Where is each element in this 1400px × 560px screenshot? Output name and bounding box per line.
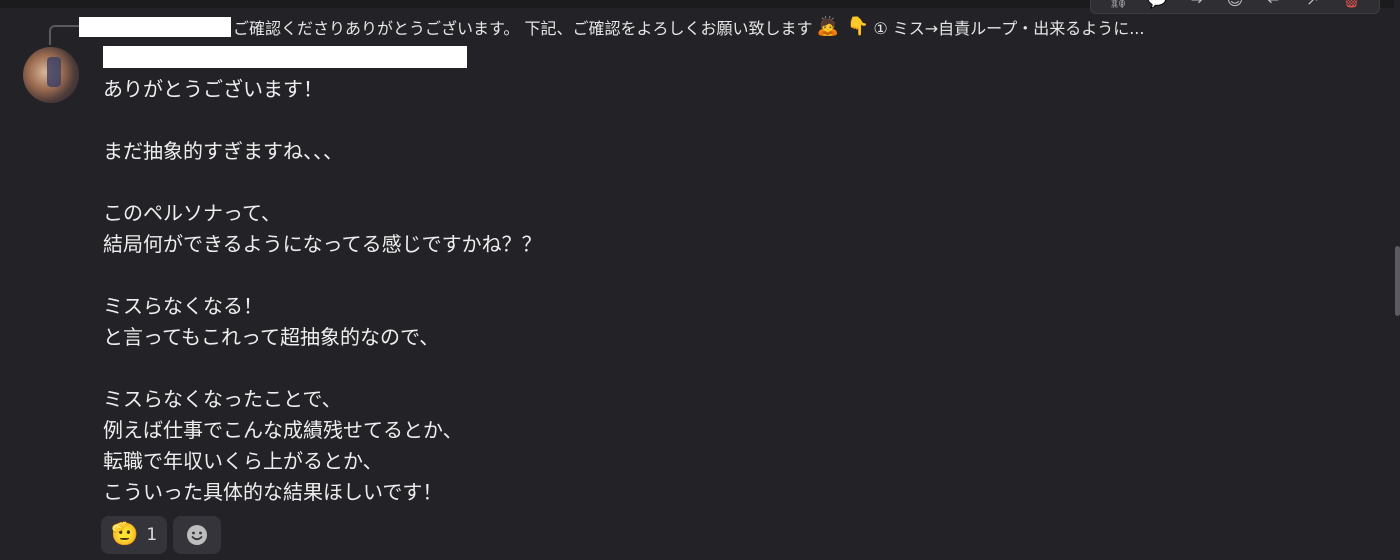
message-line: 例えば仕事でこんな成績残せてるとか、	[103, 418, 463, 442]
bowing-person-emoji-icon: 🙇	[816, 16, 839, 37]
message-line: まだ抽象的すぎますね、、、	[103, 139, 343, 163]
message-line: 結局何ができるようになってる感じですかね？？	[103, 232, 542, 256]
message-line: ミスらなくなったことで、	[103, 387, 342, 411]
message-header	[103, 46, 467, 68]
avatar[interactable]	[23, 47, 79, 103]
add-reaction-button[interactable]	[173, 516, 222, 554]
reply-preview[interactable]: ご確認くださりありがとうございます。 下記、ご確認をよろしくお願い致します 🙇 …	[79, 14, 1369, 40]
reply-preview-text: ご確認くださりありがとうございます。 下記、ご確認をよろしくお願い致します	[233, 19, 813, 38]
emoji-icon[interactable]: ☺	[1224, 0, 1246, 11]
redacted-reply-author	[79, 17, 231, 37]
message-line	[103, 353, 1003, 384]
pointing-down-emoji-icon: 👇	[846, 16, 870, 37]
message-line	[103, 260, 1003, 291]
chat-view: ご確認くださりありがとうございます。 下記、ご確認をよろしくお願い致します 🙇 …	[0, 0, 1400, 560]
reaction-count: 1	[146, 525, 158, 545]
message-line: と言ってもこれって超抽象的なので、	[103, 325, 440, 349]
reply-icon[interactable]: ↩	[1263, 0, 1285, 11]
link-icon[interactable]: ⛓	[1107, 0, 1129, 11]
scrollbar-thumb[interactable]	[1395, 246, 1400, 316]
message-line: ありがとうございます！	[103, 77, 323, 101]
thread-icon[interactable]: 💬	[1146, 0, 1168, 11]
message-line	[103, 167, 1003, 198]
reactions-bar: 🫡 1	[101, 516, 222, 554]
reply-connector-line	[49, 25, 79, 45]
smiley-icon	[187, 525, 208, 545]
message-line: このペルソナって、	[103, 201, 281, 225]
share-icon[interactable]: ↗	[1302, 0, 1324, 11]
message-line	[103, 105, 1003, 136]
reaction-chip[interactable]: 🫡 1	[101, 516, 168, 554]
message-line: ミスらなくなる！	[103, 294, 263, 318]
reply-preview-tail: ① ミス→自責ループ・出来るように...	[873, 19, 1145, 38]
redacted-author-name	[103, 46, 467, 68]
delete-icon[interactable]: 🗑	[1340, 0, 1362, 11]
message-action-toolbar: ⛓ 💬 ↪ ☺ ↩ ↗ 🗑	[1090, 0, 1380, 14]
forward-icon[interactable]: ↪	[1185, 0, 1207, 11]
saluting-face-emoji-icon: 🫡	[111, 522, 139, 547]
message-body: ありがとうございます！ まだ抽象的すぎますね、、、 このペルソナって、 結局何が…	[103, 74, 1003, 508]
message-line: こういった具体的な結果ほしいです！	[103, 480, 443, 504]
message-line: 転職で年収いくら上がるとか、	[103, 449, 383, 473]
